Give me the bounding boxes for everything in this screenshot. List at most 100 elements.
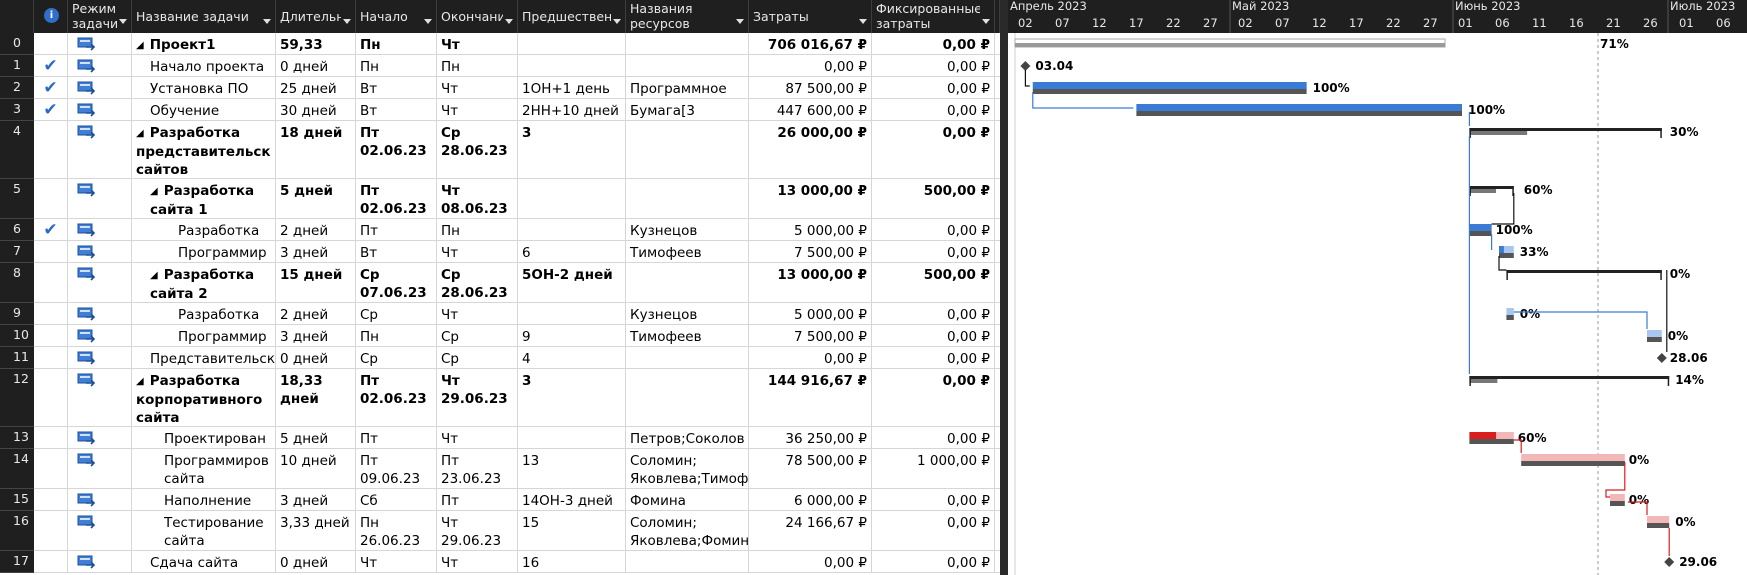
cell-start[interactable]: Ср 07.06.23 (356, 263, 437, 303)
row-number[interactable]: 11 (0, 347, 34, 369)
cell-resources[interactable] (626, 33, 749, 55)
row-number[interactable]: 4 (0, 121, 34, 179)
cell-cost[interactable]: 0,00 ₽ (749, 55, 872, 77)
collapse-triangle-icon[interactable]: ◢ (136, 373, 144, 391)
column-header-check[interactable]: i (34, 0, 68, 33)
cell-fixed[interactable]: 0,00 ₽ (872, 99, 995, 121)
row-number[interactable]: 1 (0, 55, 34, 77)
cell-start[interactable]: Пн 03.04.23 (356, 33, 437, 55)
column-header-finish[interactable]: Окончани (437, 0, 518, 33)
cell-pred[interactable] (518, 219, 626, 241)
cell-duration[interactable]: 3,33 дней (276, 511, 356, 551)
filter-dropdown-icon[interactable] (119, 19, 127, 24)
cell-pred[interactable]: 13 (518, 449, 626, 489)
cell-start[interactable]: Вт 04.04.23 (356, 77, 437, 99)
cell-mode[interactable] (68, 55, 132, 77)
row-number[interactable]: 2 (0, 77, 34, 99)
cell-fixed[interactable]: 0,00 ₽ (872, 219, 995, 241)
cell-pred[interactable]: 3 (518, 121, 626, 179)
row-number[interactable]: 8 (0, 263, 34, 303)
cell-duration[interactable]: 5 дней (276, 179, 356, 219)
cell-finish[interactable]: Ср 28.06.23 (437, 325, 518, 347)
cell-mode[interactable] (68, 241, 132, 263)
cell-name[interactable]: Начало проекта (132, 55, 276, 77)
column-header-fixed[interactable]: Фиксированные затраты (872, 0, 995, 33)
cell-cost[interactable]: 36 250,00 ₽ (749, 427, 872, 449)
cell-fixed[interactable]: 0,00 ₽ (872, 33, 995, 55)
cell-cost[interactable]: 13 000,00 ₽ (749, 179, 872, 219)
column-header-resources[interactable]: Названия ресурсов (626, 0, 749, 33)
cell-resources[interactable] (626, 551, 749, 573)
cell-pred[interactable]: 14ОН-3 дней (518, 489, 626, 511)
cell-cost[interactable]: 6 000,00 ₽ (749, 489, 872, 511)
cell-finish[interactable]: Чт 29.06.23 (437, 511, 518, 551)
row-number[interactable]: 9 (0, 303, 34, 325)
cell-resources[interactable]: Фомина (626, 489, 749, 511)
cell-start[interactable]: Пт 02.06.23 (356, 219, 437, 241)
cell-name[interactable]: Тестирование сайта (132, 511, 276, 551)
cell-finish[interactable]: Чт 08.06.23 (437, 303, 518, 325)
cell-start[interactable]: Пт 09.06.23 (356, 449, 437, 489)
row-number[interactable]: 14 (0, 449, 34, 489)
cell-duration[interactable]: 5 дней (276, 427, 356, 449)
cell-resources[interactable]: Программное обес (626, 77, 749, 99)
cell-duration[interactable]: 18,33 дней (276, 369, 356, 427)
cell-finish[interactable]: Пн 05.06.23 (437, 219, 518, 241)
cell-resources[interactable] (626, 121, 749, 179)
cell-fixed[interactable]: 500,00 ₽ (872, 179, 995, 219)
view-splitter[interactable] (1000, 0, 1008, 575)
cell-mode[interactable] (68, 511, 132, 551)
cell-fixed[interactable]: 0,00 ₽ (872, 303, 995, 325)
cell-name[interactable]: Представительск (132, 347, 276, 369)
cell-fixed[interactable]: 0,00 ₽ (872, 511, 995, 551)
cell-duration[interactable]: 0 дней (276, 551, 356, 573)
row-number[interactable]: 12 (0, 369, 34, 427)
cell-fixed[interactable]: 0,00 ₽ (872, 551, 995, 573)
cell-duration[interactable]: 59,33 дней (276, 33, 356, 55)
cell-duration[interactable]: 2 дней (276, 303, 356, 325)
cell-fixed[interactable]: 500,00 ₽ (872, 263, 995, 303)
filter-dropdown-icon[interactable] (505, 19, 513, 24)
cell-name[interactable]: Разработка д (132, 219, 276, 241)
task-row[interactable]: 11Представительск0 днейСр 28.06.23Ср 28.… (0, 347, 1000, 369)
cell-cost[interactable]: 24 166,67 ₽ (749, 511, 872, 551)
cell-name[interactable]: ◢ Разработка корпоративного сайта (132, 369, 276, 427)
cell-start[interactable]: Ср 28.06.23 (356, 347, 437, 369)
row-number[interactable]: 7 (0, 241, 34, 263)
cell-start[interactable]: Пт 02.06.23 (356, 121, 437, 179)
cell-start[interactable]: Пн 03.04.23 (356, 55, 437, 77)
cell-fixed[interactable]: 1 000,00 ₽ (872, 449, 995, 489)
cell-mode[interactable] (68, 449, 132, 489)
cell-duration[interactable]: 0 дней (276, 347, 356, 369)
cell-name[interactable]: ◢ Разработка сайта 2 (132, 263, 276, 303)
task-row[interactable]: 12 ◢ Разработка корпоративного сайта 18,33 … (0, 369, 1000, 427)
cell-mode[interactable] (68, 369, 132, 427)
cell-start[interactable]: Сб 21.06.23 (356, 489, 437, 511)
cell-fixed[interactable]: 0,00 ₽ (872, 77, 995, 99)
cell-fixed[interactable]: 0,00 ₽ (872, 347, 995, 369)
cell-resources[interactable] (626, 179, 749, 219)
row-number[interactable]: 10 (0, 325, 34, 347)
cell-resources[interactable]: Кузнецов (626, 303, 749, 325)
cell-mode[interactable] (68, 179, 132, 219)
row-number[interactable]: 16 (0, 511, 34, 551)
column-header-cost[interactable]: Затраты (749, 0, 872, 33)
cell-pred[interactable]: 3 (518, 369, 626, 427)
task-row[interactable]: 4 ◢ Разработка представительск сайтов 18 дн… (0, 121, 1000, 179)
cell-pred[interactable]: 5ОН-2 дней (518, 263, 626, 303)
task-row[interactable]: 16 Тестирование сайта 3,33 дней Пн 26.06.23… (0, 511, 1000, 551)
row-number[interactable]: 13 (0, 427, 34, 449)
cell-pred[interactable] (518, 55, 626, 77)
task-row[interactable]: 1✔Начало проекта0 днейПн 03.04.23Пн 03.0… (0, 55, 1000, 77)
cell-name[interactable]: Программир (132, 325, 276, 347)
cell-duration[interactable]: 3 дней (276, 489, 356, 511)
row-number[interactable]: 3 (0, 99, 34, 121)
cell-pred[interactable]: 15 (518, 511, 626, 551)
cell-finish[interactable]: Чт 29.06.23 (437, 551, 518, 573)
cell-duration[interactable]: 3 дней (276, 241, 356, 263)
collapse-triangle-icon[interactable]: ◢ (150, 267, 158, 285)
task-row[interactable]: 2 ✔ Установка ПО 25 днейВт 04.04.23Чт 11.05… (0, 77, 1000, 99)
cell-cost[interactable]: 5 000,00 ₽ (749, 219, 872, 241)
cell-cost[interactable]: 78 500,00 ₽ (749, 449, 872, 489)
cell-resources[interactable] (626, 347, 749, 369)
